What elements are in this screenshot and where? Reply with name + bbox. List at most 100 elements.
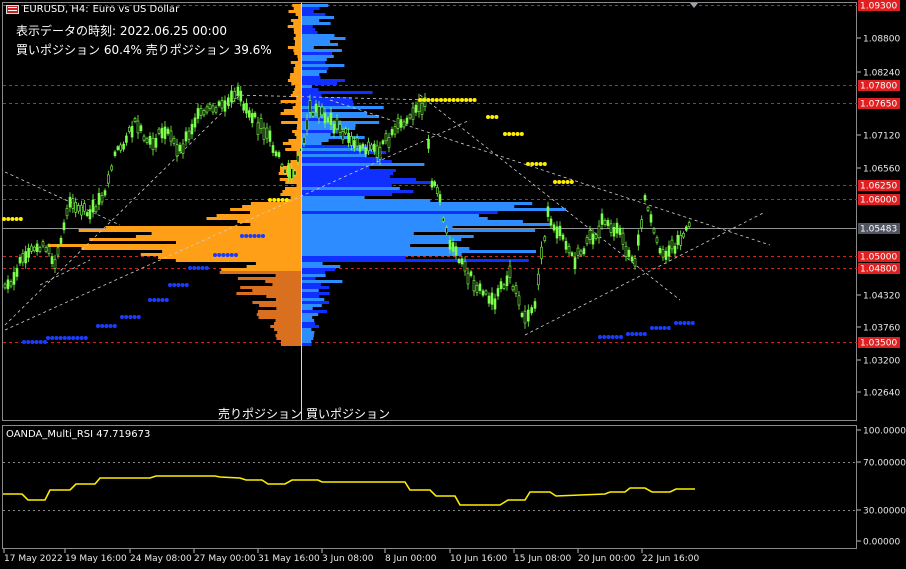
sell-order-bar	[281, 121, 301, 124]
sell-order-bar	[294, 31, 301, 34]
chart-scroll-marker-icon[interactable]	[690, 3, 698, 8]
buy-order-bar	[301, 40, 331, 43]
sell-order-dot	[272, 198, 277, 202]
buy-order-dot	[96, 324, 100, 328]
sell-order-dot	[434, 98, 439, 102]
symbol-label: EURUSD, H4:	[23, 4, 89, 15]
candle-body	[30, 245, 33, 252]
sell-order-bar	[292, 130, 301, 133]
sell-order-bar	[288, 10, 301, 13]
candle-body	[154, 138, 158, 148]
sell-order-bar	[206, 217, 301, 220]
candle-body	[643, 195, 647, 201]
candle-body	[44, 247, 48, 252]
buy-order-dot	[638, 332, 643, 336]
candle-body	[296, 155, 300, 163]
time-axis[interactable]: 17 May 2022 19 May 16:00 24 May 08:00 27 Ma…	[3, 549, 699, 564]
candle-body	[352, 140, 356, 149]
buy-order-dot	[172, 283, 177, 287]
candle-body	[484, 290, 488, 295]
buy-order-dot	[654, 326, 659, 330]
candle-body	[508, 265, 512, 278]
candle-body	[490, 292, 494, 305]
candle-body	[220, 100, 224, 109]
sell-order-bar	[78, 229, 301, 232]
candle-body	[59, 237, 63, 244]
sell-order-bar	[280, 100, 301, 103]
candle-body	[169, 130, 173, 142]
candle-body	[290, 168, 294, 179]
trading-terminal-window[interactable]: 1.08800 1.08240 1.07120 1.06560 1.04320 1.037…	[0, 0, 906, 565]
buy-order-bar	[301, 319, 315, 322]
buy-order-dot	[164, 298, 169, 302]
sell-order-bar	[294, 88, 301, 91]
candle-body	[457, 259, 461, 263]
buy-order-bar	[301, 217, 488, 220]
candle-body	[338, 124, 342, 133]
candle-body	[514, 285, 518, 294]
sell-order-bar	[290, 61, 301, 64]
buy-position-axis-label: 買いポジション	[306, 407, 391, 421]
candle-body	[41, 241, 45, 247]
sell-order-bar	[296, 136, 301, 139]
sell-order-bar	[250, 202, 301, 205]
sell-order-dot	[561, 180, 566, 184]
candle-body	[68, 196, 72, 208]
buy-order-bar	[301, 67, 329, 70]
candle-body	[499, 281, 503, 290]
sell-order-bar	[280, 193, 301, 196]
candle-body	[454, 246, 458, 256]
candle-body	[567, 246, 571, 254]
candle-body	[326, 117, 330, 123]
buy-order-dot	[240, 234, 244, 238]
sell-order-bar	[281, 340, 301, 343]
time-tick-label: 31 May 16:00	[258, 554, 320, 564]
candle-body	[125, 135, 128, 143]
sell-order-bar	[81, 247, 302, 250]
price-badge-label: 1.07800	[860, 82, 897, 92]
candle-body	[24, 251, 28, 264]
buy-order-dot	[43, 340, 47, 344]
buy-order-dot	[658, 326, 663, 330]
candle-body	[433, 181, 437, 187]
buy-order-bar	[301, 196, 365, 199]
sell-order-dot	[460, 98, 464, 102]
candle-body	[441, 217, 445, 222]
buy-order-bar	[301, 298, 325, 301]
candle-body	[387, 137, 391, 148]
buy-order-dot	[58, 336, 63, 340]
buy-order-bar	[301, 61, 326, 64]
sell-order-bar	[279, 178, 301, 181]
candle-body	[530, 307, 534, 314]
price-chart[interactable]: 1.08800 1.08240 1.07120 1.06560 1.04320 1.037…	[0, 0, 906, 565]
buy-order-bar	[301, 64, 345, 67]
candle-body	[493, 298, 497, 310]
candle-body	[676, 235, 680, 245]
sell-order-bar	[293, 67, 301, 70]
buy-order-dot	[104, 324, 109, 328]
candle-body	[15, 268, 19, 277]
buy-order-dot	[642, 332, 647, 336]
candle-body	[214, 107, 218, 113]
sell-order-dot	[268, 198, 272, 202]
sell-order-bar	[294, 115, 301, 118]
candle-body	[652, 228, 656, 234]
buy-order-bar	[301, 28, 316, 31]
candle-body	[305, 118, 309, 131]
candle-body	[274, 151, 278, 157]
price-tick-label: 1.03200	[863, 357, 900, 367]
sell-order-bar	[293, 22, 301, 25]
buy-order-dot	[666, 326, 671, 330]
sell-order-bar	[258, 316, 301, 319]
sell-order-dot	[486, 115, 490, 119]
buy-order-dot	[678, 321, 683, 325]
price-tick-label: 1.08240	[863, 69, 900, 79]
candle-body	[50, 256, 54, 265]
candle-body	[576, 247, 580, 256]
buy-order-bar	[301, 19, 320, 22]
candle-body	[463, 261, 467, 272]
buy-order-bar	[301, 235, 474, 238]
candle-body	[475, 284, 479, 293]
sell-order-bar	[278, 172, 301, 175]
candle-body	[358, 145, 362, 152]
